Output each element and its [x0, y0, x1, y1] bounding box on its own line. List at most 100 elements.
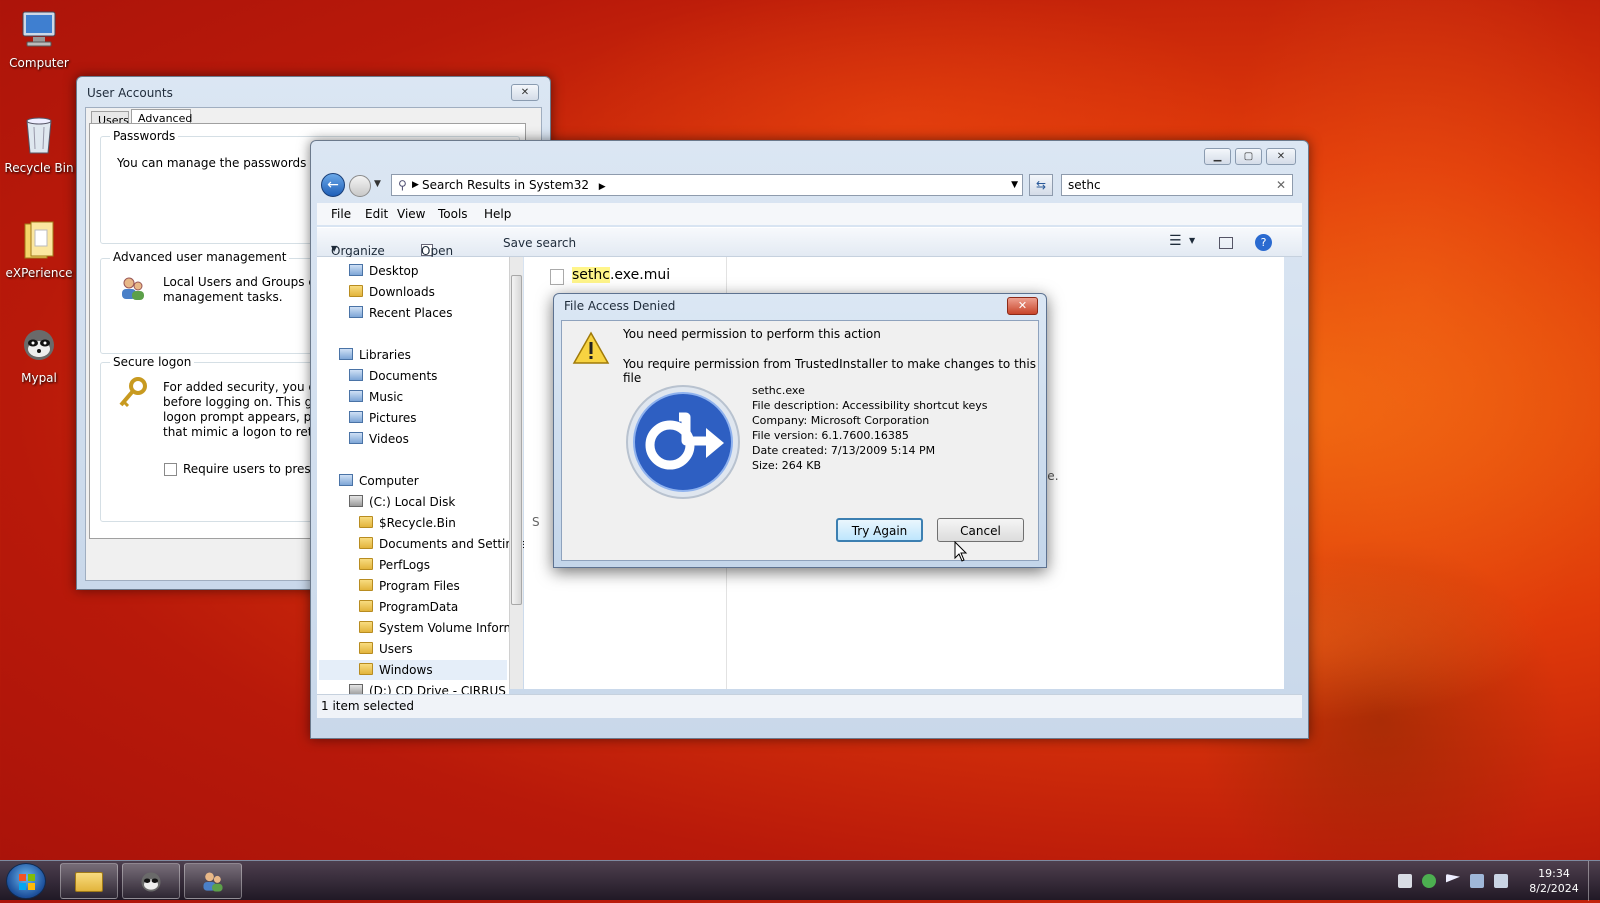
menu-file[interactable]: File: [331, 207, 351, 221]
help-icon[interactable]: ?: [1255, 234, 1272, 251]
nav-libraries[interactable]: Libraries: [339, 345, 411, 365]
result-rest: .exe.mui: [609, 267, 671, 283]
preview-pane-icon[interactable]: [1219, 237, 1233, 249]
address-dropdown-icon[interactable]: ▼: [1011, 175, 1018, 195]
file-access-denied-dialog: File Access Denied ✕ You need permission…: [553, 293, 1047, 568]
menu-tools[interactable]: Tools: [438, 207, 468, 221]
flag-icon[interactable]: [1446, 874, 1460, 883]
cancel-button[interactable]: Cancel: [937, 518, 1024, 542]
secure-logon-text-1: For added security, you can: [163, 380, 330, 394]
clock-time: 19:34: [1538, 867, 1570, 880]
desktop-icon-experience[interactable]: eXPerience: [4, 218, 74, 280]
accessibility-icon: [624, 383, 742, 504]
navigation-pane: Desktop Downloads Recent Places Librarie…: [317, 257, 527, 707]
nav-downloads[interactable]: Downloads: [349, 282, 435, 302]
chevron-down-icon: ▼: [331, 244, 338, 253]
nav-system-volume-information[interactable]: System Volume Informa: [359, 618, 522, 638]
folder-icon: [359, 621, 373, 633]
nav-recent-places[interactable]: Recent Places: [349, 303, 452, 323]
tray-security-icon[interactable]: [1422, 874, 1436, 888]
address-bar[interactable]: ⚲ ▶ Search Results in System32 ▶ ▼: [391, 174, 1023, 196]
dialog-close-button[interactable]: ✕: [1007, 297, 1038, 315]
taskbar-user-accounts-button[interactable]: [184, 863, 242, 899]
close-button[interactable]: ✕: [1266, 148, 1296, 165]
advanced-management-text-1: Local Users and Groups can: [163, 275, 330, 289]
back-button[interactable]: ←: [321, 173, 345, 197]
file-company: Company: Microsoft Corporation: [752, 414, 930, 427]
desktop-icon-computer[interactable]: Computer: [4, 8, 74, 70]
dialog-body: You need permission to perform this acti…: [561, 320, 1039, 561]
clear-search-icon[interactable]: ✕: [1276, 175, 1286, 195]
search-input[interactable]: sethc ✕: [1061, 174, 1293, 196]
chevron-down-icon: ▼: [374, 179, 381, 189]
nav-users[interactable]: Users: [359, 639, 413, 659]
chevron-right-icon: ▶: [598, 182, 606, 192]
clock[interactable]: 19:34 8/2/2024: [1525, 866, 1583, 896]
require-ctrl-alt-del-checkbox[interactable]: [164, 463, 177, 476]
secure-logon-text-4: that mimic a logon to retrie: [163, 425, 329, 439]
nav-local-disk-c[interactable]: (C:) Local Disk: [349, 492, 455, 512]
save-search-button[interactable]: Save search: [503, 236, 576, 250]
desktop-icon: [349, 264, 363, 276]
desktop-icon-mypal[interactable]: Mypal: [4, 323, 74, 385]
file-description: File description: Accessibility shortcut…: [752, 399, 988, 412]
nav-recycle-bin-folder[interactable]: $Recycle.Bin: [359, 513, 456, 533]
result-item-sethc-exe-mui[interactable]: sethc.exe.mui: [572, 267, 670, 283]
nav-documents[interactable]: Documents: [349, 366, 437, 386]
network-icon[interactable]: [1470, 874, 1484, 888]
maximize-icon: ▢: [1243, 151, 1254, 162]
file-version: File version: 6.1.7600.16385: [752, 429, 909, 442]
search-value: sethc: [1068, 178, 1101, 192]
windows-logo-icon: [19, 874, 35, 890]
dialog-message-2: You require permission from TrustedInsta…: [623, 357, 1036, 385]
volume-muted-icon[interactable]: [1494, 874, 1508, 888]
advanced-management-text-2: management tasks.: [163, 290, 283, 304]
search-icon: ⚲: [398, 178, 407, 192]
nav-computer[interactable]: Computer: [339, 471, 419, 491]
nav-desktop[interactable]: Desktop: [349, 261, 419, 281]
refresh-button[interactable]: ⇆: [1029, 174, 1053, 196]
music-icon: [349, 390, 363, 402]
nav-programdata[interactable]: ProgramData: [359, 597, 458, 617]
desktop-icon-label: Recycle Bin: [4, 161, 74, 175]
folder-icon: [359, 537, 373, 549]
advanced-management-title: Advanced user management: [110, 250, 290, 264]
close-button[interactable]: ✕: [511, 84, 539, 101]
chevron-down-icon[interactable]: ▼: [1189, 236, 1195, 245]
address-text: Search Results in System32: [422, 178, 589, 192]
forward-button[interactable]: [349, 175, 371, 197]
nav-videos[interactable]: Videos: [349, 429, 409, 449]
nav-music[interactable]: Music: [349, 387, 403, 407]
nav-perflogs[interactable]: PerfLogs: [359, 555, 430, 575]
folder-icon: [359, 600, 373, 612]
folder-icon: [75, 872, 103, 892]
menu-view[interactable]: View: [397, 207, 425, 221]
tray-document-icon[interactable]: [1398, 874, 1412, 888]
close-icon: ✕: [520, 87, 530, 98]
nav-windows[interactable]: Windows: [319, 660, 507, 680]
back-arrow-icon: ←: [327, 177, 339, 193]
maximize-button[interactable]: ▢: [1235, 148, 1262, 165]
start-button[interactable]: [6, 863, 46, 899]
taskbar-explorer-button[interactable]: [60, 863, 118, 899]
desktop-icon-recycle-bin[interactable]: Recycle Bin: [4, 113, 74, 175]
raccoon-icon: [141, 872, 161, 892]
menu-help[interactable]: Help: [484, 207, 511, 221]
menu-edit[interactable]: Edit: [365, 207, 388, 221]
downloads-icon: [349, 285, 363, 297]
view-options-icon[interactable]: ☰: [1169, 233, 1182, 249]
nav-documents-and-settings[interactable]: Documents and Settings: [359, 534, 527, 554]
nav-pictures[interactable]: Pictures: [349, 408, 417, 428]
minimize-button[interactable]: ▁: [1204, 148, 1231, 165]
taskbar-mypal-button[interactable]: [122, 863, 180, 899]
nav-program-files[interactable]: Program Files: [359, 576, 460, 596]
warning-icon: [572, 331, 610, 368]
scrollbar-thumb[interactable]: [511, 275, 522, 605]
try-again-button[interactable]: Try Again: [836, 518, 923, 542]
show-desktop-button[interactable]: [1588, 861, 1600, 901]
navigation-scrollbar[interactable]: [509, 257, 523, 689]
chevron-right-icon: ▶: [412, 180, 419, 190]
passwords-title: Passwords: [110, 129, 179, 143]
recent-pages-dropdown[interactable]: ▼: [374, 179, 381, 189]
close-icon: ✕: [1017, 299, 1028, 312]
